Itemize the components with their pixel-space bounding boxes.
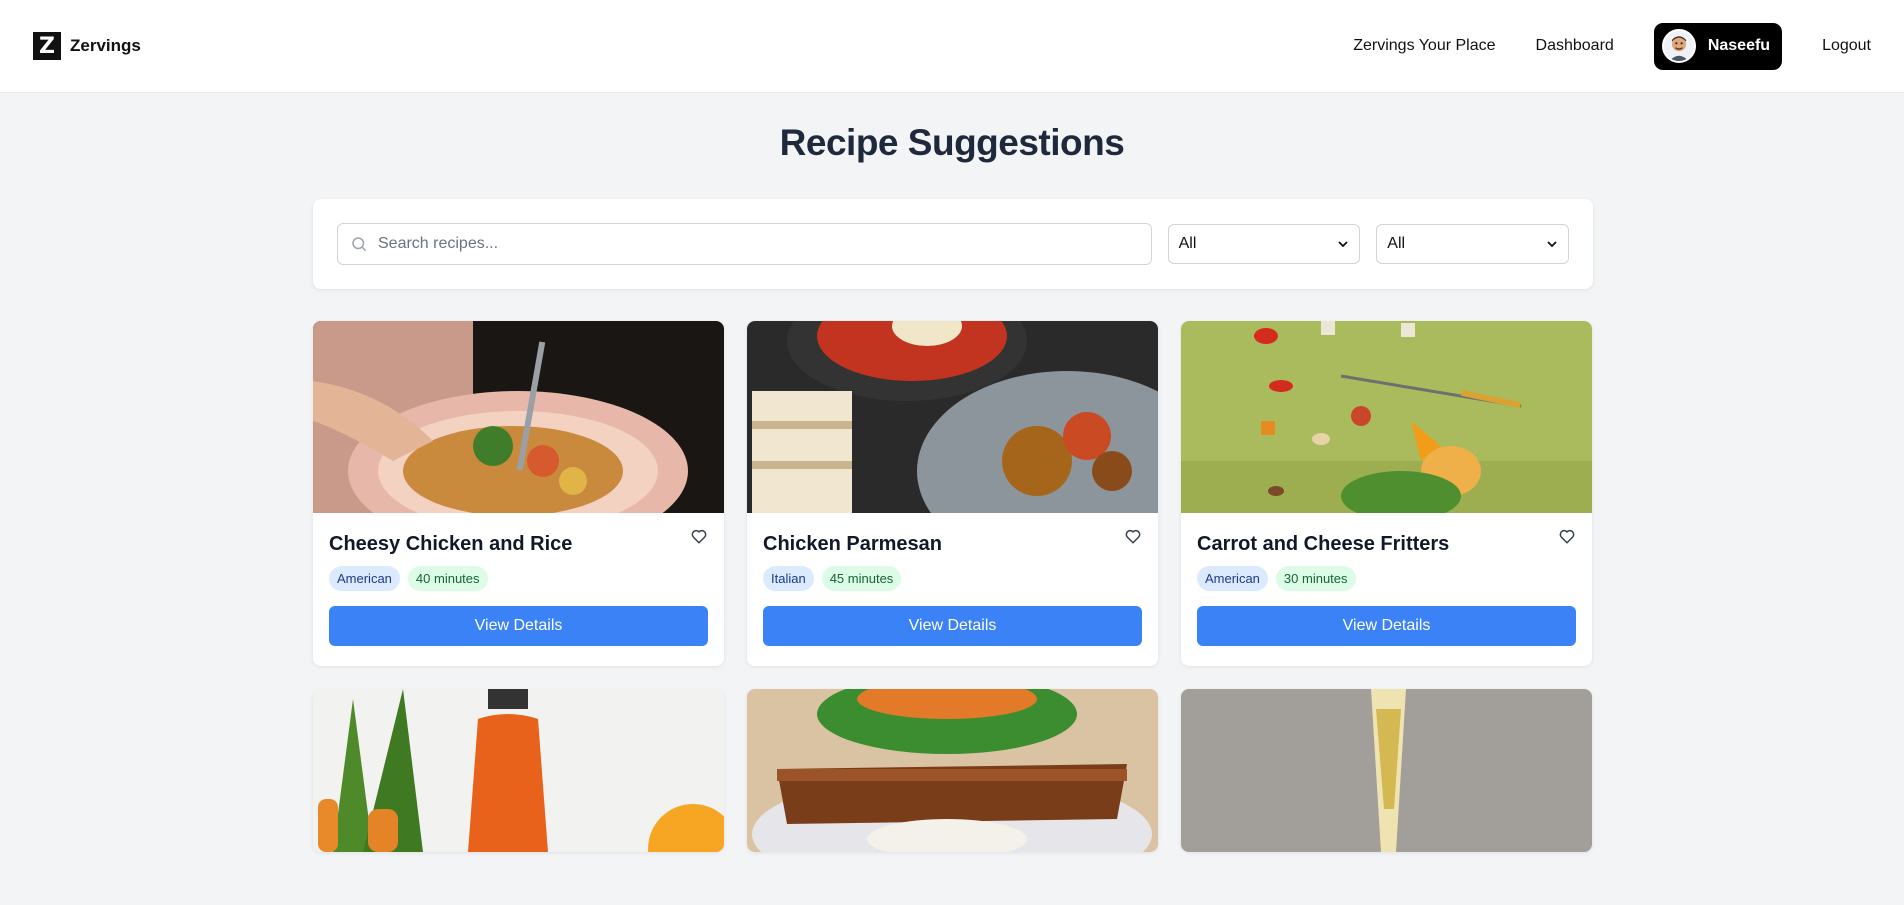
- recipe-card: [313, 689, 724, 852]
- chevron-down-icon: [1547, 241, 1557, 248]
- brand-name: Zervings: [70, 36, 141, 55]
- view-details-button[interactable]: View Details: [329, 606, 708, 646]
- heart-icon[interactable]: [1124, 527, 1142, 545]
- cuisine-badge: American: [329, 566, 400, 591]
- avatar: [1661, 29, 1696, 63]
- recipe-image[interactable]: [313, 321, 724, 513]
- recipe-image[interactable]: [1181, 689, 1592, 852]
- recipe-card-body: Chicken Parmesan Italian 45 minutes View…: [747, 513, 1158, 666]
- brand[interactable]: Z Zervings: [33, 32, 141, 60]
- recipe-title: Cheesy Chicken and Rice: [329, 533, 573, 555]
- recipe-card-body: Cheesy Chicken and Rice American 40 minu…: [313, 513, 724, 666]
- time-badge: 30 minutes: [1275, 566, 1356, 591]
- search-input[interactable]: [337, 223, 1152, 265]
- view-details-button[interactable]: View Details: [763, 606, 1142, 646]
- cuisine-badge: Italian: [763, 566, 814, 591]
- time-badge: 45 minutes: [821, 566, 902, 591]
- recipe-image[interactable]: [747, 689, 1158, 852]
- recipe-image[interactable]: [1181, 321, 1592, 513]
- recipe-card: Chicken Parmesan Italian 45 minutes View…: [747, 321, 1158, 666]
- recipe-card-body: Carrot and Cheese Fritters American 30 m…: [1181, 513, 1592, 666]
- time-badge: 40 minutes: [407, 566, 488, 591]
- heart-icon[interactable]: [1558, 527, 1576, 545]
- recipe-card: Cheesy Chicken and Rice American 40 minu…: [313, 321, 724, 666]
- top-navbar: Z Zervings Zervings Your Place Dashboard…: [0, 0, 1904, 93]
- recipe-title: Chicken Parmesan: [763, 533, 942, 555]
- page-title: Recipe Suggestions: [779, 122, 1125, 163]
- logo-icon: Z: [33, 32, 61, 60]
- search-box: [337, 223, 1152, 265]
- recipe-title: Carrot and Cheese Fritters: [1197, 533, 1450, 555]
- recipe-tags: Italian 45 minutes: [763, 566, 1142, 591]
- heart-icon[interactable]: [690, 527, 708, 545]
- time-select[interactable]: All: [1376, 224, 1569, 264]
- view-details-button[interactable]: View Details: [1197, 606, 1576, 646]
- recipe-card: [747, 689, 1158, 852]
- recipe-card: [1181, 689, 1592, 852]
- recipe-image[interactable]: [313, 689, 724, 852]
- recipe-grid: Cheesy Chicken and Rice American 40 minu…: [313, 321, 1593, 852]
- time-select-value: All: [1387, 235, 1406, 252]
- recipe-tags: American 40 minutes: [329, 566, 708, 591]
- chevron-down-icon: [1338, 241, 1348, 248]
- recipe-image[interactable]: [747, 321, 1158, 513]
- nav-link-dashboard[interactable]: Dashboard: [1536, 37, 1614, 55]
- recipe-tags: American 30 minutes: [1197, 566, 1576, 591]
- search-icon: [352, 237, 367, 252]
- cuisine-badge: American: [1197, 566, 1268, 591]
- cuisine-select[interactable]: All: [1167, 224, 1361, 264]
- user-name: Naseefu: [1707, 37, 1771, 54]
- cuisine-select-value: All: [1178, 235, 1197, 252]
- user-menu-button[interactable]: Naseefu: [1653, 22, 1783, 70]
- nav-links: Zervings Your Place Dashboard Naseefu Lo…: [1313, 22, 1871, 70]
- logout-link[interactable]: Logout: [1822, 37, 1871, 55]
- recipe-card: Carrot and Cheese Fritters American 30 m…: [1181, 321, 1592, 666]
- filter-bar: All All: [313, 199, 1593, 289]
- nav-link-your-place[interactable]: Zervings Your Place: [1353, 37, 1495, 55]
